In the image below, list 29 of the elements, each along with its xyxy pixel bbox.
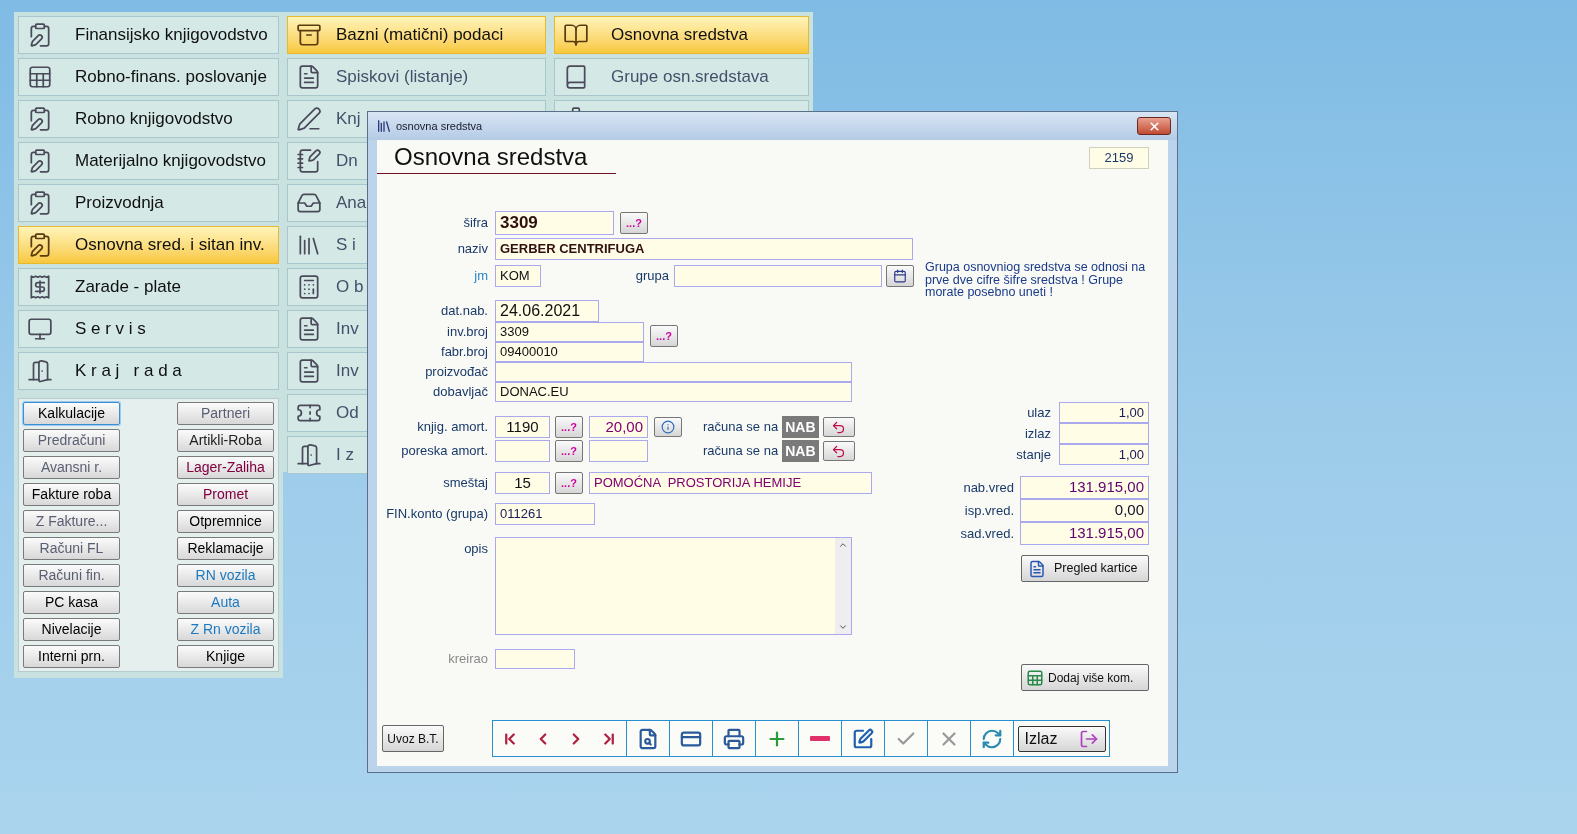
- basis-label: računa se na: [703, 442, 779, 461]
- field-label: naziv: [456, 240, 488, 259]
- field-label: knjig. amort.: [416, 418, 488, 437]
- group-note: Grupa osnovniog sredstva se odnosi na prve dve cifre šifre sredstva ! Grupe morate posebno uneti !: [925, 261, 1147, 299]
- field-label: isp.vred.: [963, 501, 1014, 520]
- record-number: 2159: [1089, 147, 1149, 169]
- field-label: inv.broj: [446, 323, 488, 342]
- field-label: stanje: [1015, 445, 1051, 464]
- basis-label: računa se na: [703, 418, 779, 437]
- field-label: grupa: [634, 267, 669, 286]
- field-label: FIN.konto (grupa): [385, 505, 488, 524]
- field-label: kreirao: [447, 650, 488, 669]
- field-label: šifra: [462, 214, 488, 233]
- field-label: nab.vred: [962, 478, 1014, 497]
- field-label: dat.nab.: [440, 302, 488, 321]
- basis-badge: NAB: [782, 440, 819, 462]
- form-heading: Osnovna sredstva: [394, 143, 588, 170]
- field-label: opis: [463, 540, 488, 558]
- field-label: poreska amort.: [400, 442, 488, 461]
- field-label: sad.vred.: [959, 524, 1014, 543]
- field-label: proizvođač: [424, 363, 488, 382]
- field-label: jm: [473, 267, 488, 286]
- field-label: fabr.broj: [440, 343, 488, 362]
- field-label: smeštaj: [442, 474, 488, 493]
- window-title: osnovna sredstva: [396, 118, 483, 134]
- basis-badge: NAB: [782, 416, 819, 438]
- field-label: izlaz: [1024, 424, 1051, 443]
- field-label: dobavljač: [432, 383, 488, 402]
- field-label: ulaz: [1026, 403, 1051, 422]
